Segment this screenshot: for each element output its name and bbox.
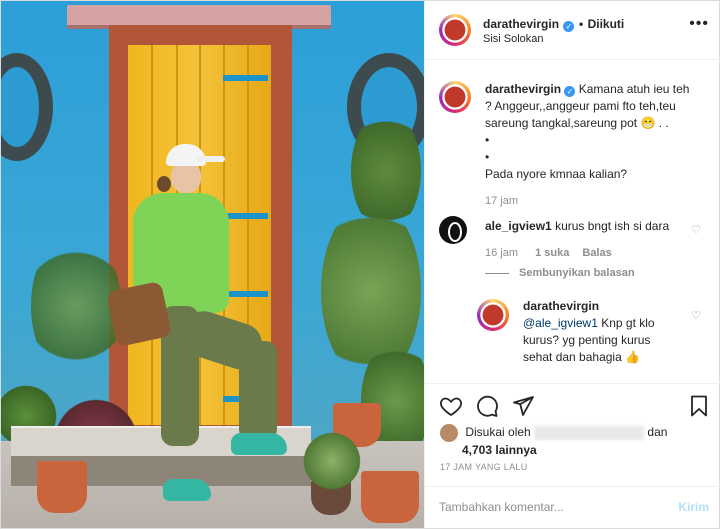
- caption-time[interactable]: 17 jam: [485, 195, 518, 207]
- caption-text-line: •: [485, 150, 490, 164]
- reply-heart-icon[interactable]: ♡: [691, 309, 701, 322]
- caption-text-line: Pada nyore kmnaa kalian?: [485, 167, 628, 181]
- likes-summary: Disukai oleh dan 4,703 lainnya: [440, 424, 667, 458]
- post-actions: Disukai oleh dan 4,703 lainnya 17 JAM YA…: [425, 383, 720, 529]
- reply-text-line: kurus? yg penting kurus: [523, 333, 651, 347]
- likes-suffix: dan: [647, 425, 668, 440]
- caption-text-line: Kamana atuh ieu teh: [578, 82, 690, 96]
- reply-button[interactable]: Balas: [582, 247, 611, 259]
- avatar[interactable]: [439, 216, 467, 244]
- post-photo[interactable]: [1, 1, 424, 528]
- likes-count-link[interactable]: 4,703 lainnya: [462, 443, 537, 457]
- hide-replies-label: Sembunyikan balasan: [519, 267, 635, 279]
- author-username[interactable]: darathevirgin: [483, 17, 559, 31]
- verified-icon: ✓: [563, 21, 575, 32]
- share-icon[interactable]: [511, 394, 535, 418]
- post-comment-button[interactable]: Kirim: [678, 500, 709, 514]
- caption-text-line: ? Anggeur,,anggeur pami fto teh,teu: [485, 99, 676, 113]
- comment-input[interactable]: [439, 500, 659, 514]
- post-modal: darathevirgin ✓ • Diikuti Sisi Solokan •…: [0, 0, 720, 529]
- header-separator: •: [578, 17, 584, 31]
- caption-text-line: •: [485, 133, 490, 147]
- reply-text-line: Knp gt klo: [597, 316, 655, 330]
- verified-icon: ✓: [564, 86, 576, 97]
- comments-section: darathevirgin ✓ Kamana atuh ieu teh ? An…: [425, 60, 720, 382]
- bookmark-icon[interactable]: [687, 394, 711, 418]
- comment-time[interactable]: 16 jam: [485, 247, 518, 259]
- comment-text: kurus bngt ish si dara: [555, 219, 670, 233]
- comment-likes[interactable]: 1 suka: [535, 247, 569, 259]
- reply-text-line: sehat dan bahagia 👍: [523, 350, 641, 364]
- redacted-username: [534, 426, 645, 440]
- follow-status-button[interactable]: Diikuti: [588, 17, 625, 31]
- reply-username[interactable]: darathevirgin: [523, 299, 599, 313]
- comment-icon[interactable]: [475, 394, 499, 418]
- hide-replies-button[interactable]: Sembunyikan balasan: [485, 267, 635, 279]
- reply-mention-link[interactable]: @ale_igview1: [523, 316, 598, 330]
- location-link[interactable]: Sisi Solokan: [483, 33, 544, 45]
- caption-username[interactable]: darathevirgin: [485, 82, 561, 96]
- post-timestamp[interactable]: 17 JAM YANG LALU: [440, 462, 528, 472]
- more-horizontal-icon[interactable]: •••: [689, 15, 709, 33]
- post-header: darathevirgin ✓ • Diikuti Sisi Solokan •…: [425, 1, 720, 60]
- avatar[interactable]: [439, 14, 471, 46]
- comment-heart-icon[interactable]: ♡: [691, 223, 701, 236]
- likes-prefix: Disukai oleh: [465, 425, 531, 440]
- avatar[interactable]: [440, 424, 458, 442]
- avatar[interactable]: [439, 81, 471, 113]
- add-comment-bar: Kirim: [425, 486, 720, 529]
- heart-icon[interactable]: [439, 394, 463, 418]
- post-sidebar: darathevirgin ✓ • Diikuti Sisi Solokan •…: [424, 1, 720, 528]
- comment-username[interactable]: ale_igview1: [485, 219, 552, 233]
- caption-text-line: sareung tangkal,sareung pot 😁 . .: [485, 116, 669, 130]
- avatar[interactable]: [477, 299, 509, 331]
